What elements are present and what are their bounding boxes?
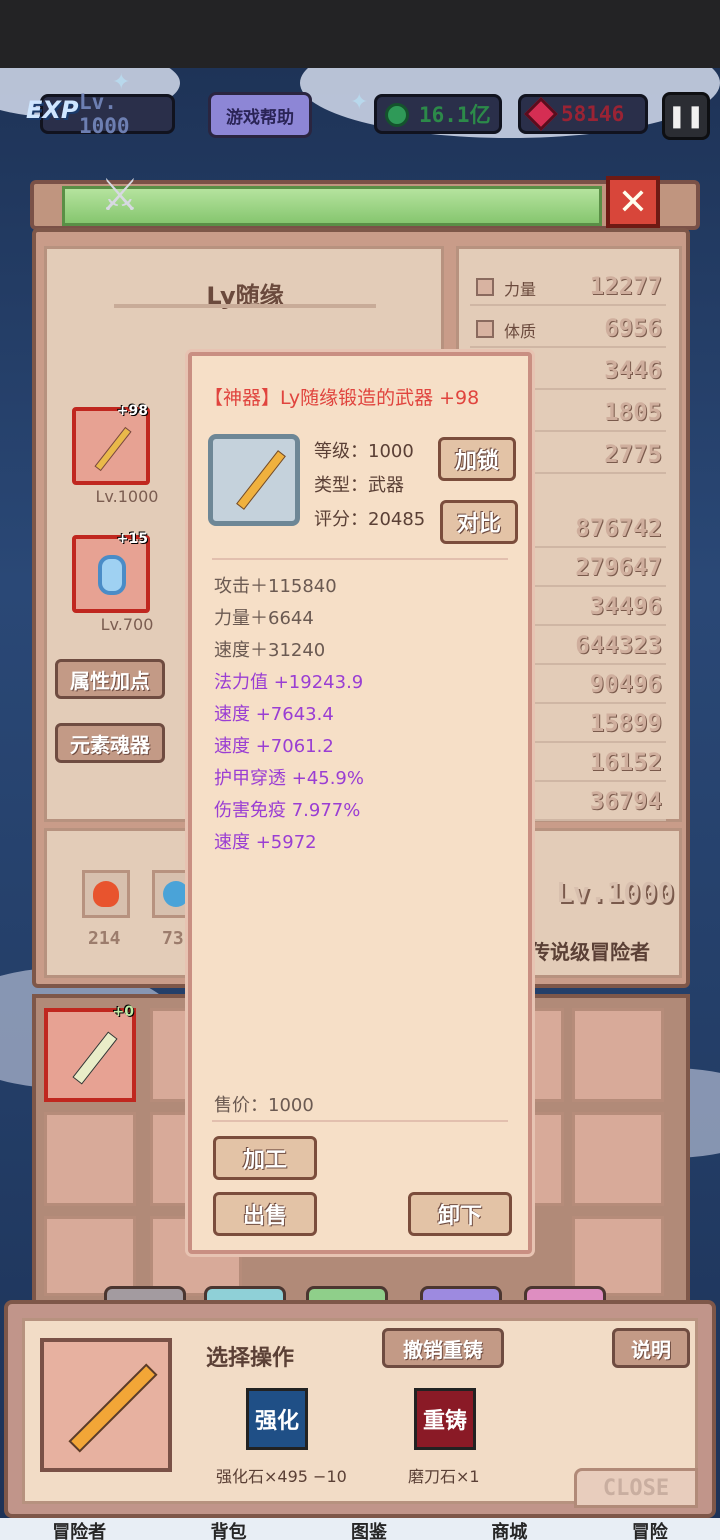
divider [212, 1120, 508, 1122]
slot-enhance-badge: +98 [116, 403, 148, 419]
nav-adventurer[interactable]: 冒险者 [52, 1518, 106, 1540]
stat-value: 90496 [589, 670, 662, 698]
item-score: 评分：20485 [314, 509, 426, 530]
inventory-slot[interactable] [572, 1112, 664, 1206]
status-bar-area [0, 0, 720, 68]
water-essence-count: 73 [162, 928, 184, 949]
weapon-slot-level: Lv.1000 [95, 487, 159, 506]
bonus-attr: 护甲穿透 +45.9% [214, 768, 364, 789]
bonus-attr: 伤害免疫 7.977% [214, 800, 361, 821]
inventory-slot[interactable]: +0 [44, 1004, 136, 1102]
stat-value: 644323 [575, 631, 662, 659]
inventory-slot[interactable] [532, 1112, 564, 1206]
stat-row: 体质 6956 [470, 310, 666, 348]
explain-button[interactable]: 说明 [612, 1328, 690, 1368]
star-icon: ✦ [350, 90, 369, 115]
sword-icon [94, 426, 132, 472]
slot-enhance-badge: +0 [112, 1004, 134, 1020]
character-rank: 传说级冒险者 [530, 940, 650, 964]
fire-essence-icon [82, 870, 130, 918]
attribute-points-button[interactable]: 属性加点 [55, 659, 165, 699]
base-attr: 速度＋31240 [214, 640, 326, 661]
stat-value: 12277 [589, 272, 662, 300]
stat-row: 力量 12277 [470, 268, 666, 306]
item-type: 类型：武器 [314, 475, 404, 496]
close-panel-button[interactable]: ✕ [606, 176, 660, 228]
stat-value: 3446 [604, 356, 662, 384]
inventory-slot[interactable] [44, 1216, 136, 1296]
element-soul-button[interactable]: 元素魂器 [55, 723, 165, 763]
item-level: 等级：1000 [314, 441, 414, 462]
stat-value: 279647 [575, 553, 662, 581]
bottom-nav: 冒险者 背包 图鉴 商城 冒险 [0, 1518, 720, 1540]
choose-operation-title: 选择操作 [206, 1346, 295, 1371]
stat-value: 6956 [604, 314, 662, 342]
stat-value: 1805 [604, 398, 662, 426]
ring-icon [98, 555, 126, 595]
divider [212, 558, 508, 560]
fire-essence-count: 214 [88, 928, 121, 949]
ring-slot-level: Lv.700 [100, 615, 154, 634]
bonus-attr: 速度 +7643.4 [214, 704, 334, 725]
slot-enhance-badge: +15 [116, 531, 148, 547]
pause-button[interactable]: ❚❚ [662, 92, 710, 140]
stat-value: 876742 [575, 514, 662, 542]
sell-button[interactable]: 出售 [213, 1192, 317, 1236]
base-attr: 攻击＋115840 [214, 576, 337, 597]
enhance-icon[interactable]: 强化 [246, 1388, 308, 1450]
stat-label: 力量 [504, 280, 537, 299]
scimitar-icon [72, 1031, 118, 1085]
selected-item-slot [40, 1338, 172, 1472]
stat-value: 36794 [589, 787, 662, 815]
close-button[interactable]: CLOSE [574, 1468, 698, 1508]
process-button[interactable]: 加工 [213, 1136, 317, 1180]
sword-icon [236, 450, 286, 510]
exp-badge: EXP [26, 96, 79, 124]
player-level: Lv. 1000 [79, 90, 130, 138]
base-attr: 力量＋6644 [214, 608, 314, 629]
ruby-currency: 58146 [518, 94, 648, 134]
inventory-slot[interactable] [572, 1008, 664, 1102]
item-icon [208, 434, 300, 526]
nav-bag[interactable]: 背包 [211, 1518, 247, 1540]
game-help-button[interactable]: 游戏帮助 [208, 92, 312, 138]
recast-icon[interactable]: 重铸 [414, 1388, 476, 1450]
character-level: Lv.1000 [556, 876, 675, 909]
compare-button[interactable]: 对比 [440, 500, 518, 544]
inventory-slot[interactable] [572, 1216, 664, 1296]
weapon-slot[interactable]: +98 [72, 403, 150, 485]
unequip-button[interactable]: 卸下 [408, 1192, 512, 1236]
stat-label: 体质 [504, 322, 537, 341]
item-title: 【神器】Ly随缘锻造的武器 +98 [204, 387, 480, 409]
whetstone-label: 磨刀石×1 [408, 1467, 480, 1486]
nav-shop[interactable]: 商城 [491, 1518, 527, 1540]
gem-icon [385, 103, 409, 127]
sword-icon [68, 1363, 158, 1453]
lock-button[interactable]: 加锁 [438, 437, 516, 481]
stat-value: 34496 [589, 592, 662, 620]
bonus-attr: 速度 +5972 [214, 832, 317, 853]
enhance-label: 强化石×495 −10 [216, 1467, 347, 1486]
nav-codex[interactable]: 图鉴 [351, 1518, 387, 1540]
stat-value: 2775 [604, 440, 662, 468]
nav-adventure[interactable]: 冒险 [632, 1518, 668, 1540]
inventory-slot[interactable] [532, 1008, 564, 1102]
gem-currency: 16.1亿 [374, 94, 502, 134]
strength-icon [476, 278, 494, 296]
undo-recast-button[interactable]: 撤销重铸 [382, 1328, 504, 1368]
inventory-slot[interactable] [44, 1112, 136, 1206]
sell-price: 售价：1000 [214, 1095, 314, 1116]
stat-value: 16152 [589, 748, 662, 776]
ring-slot[interactable]: +15 [72, 531, 150, 613]
ruby-icon [524, 97, 558, 131]
bonus-attr: 速度 +7061.2 [214, 736, 334, 757]
stat-value: 15899 [589, 709, 662, 737]
bonus-attr: 法力值 +19243.9 [214, 672, 364, 693]
crossed-swords-icon: ⚔ [100, 170, 140, 221]
divider [114, 304, 376, 308]
ruby-amount: 58146 [561, 102, 625, 126]
heart-icon [476, 320, 494, 338]
gem-amount: 16.1亿 [419, 103, 491, 127]
